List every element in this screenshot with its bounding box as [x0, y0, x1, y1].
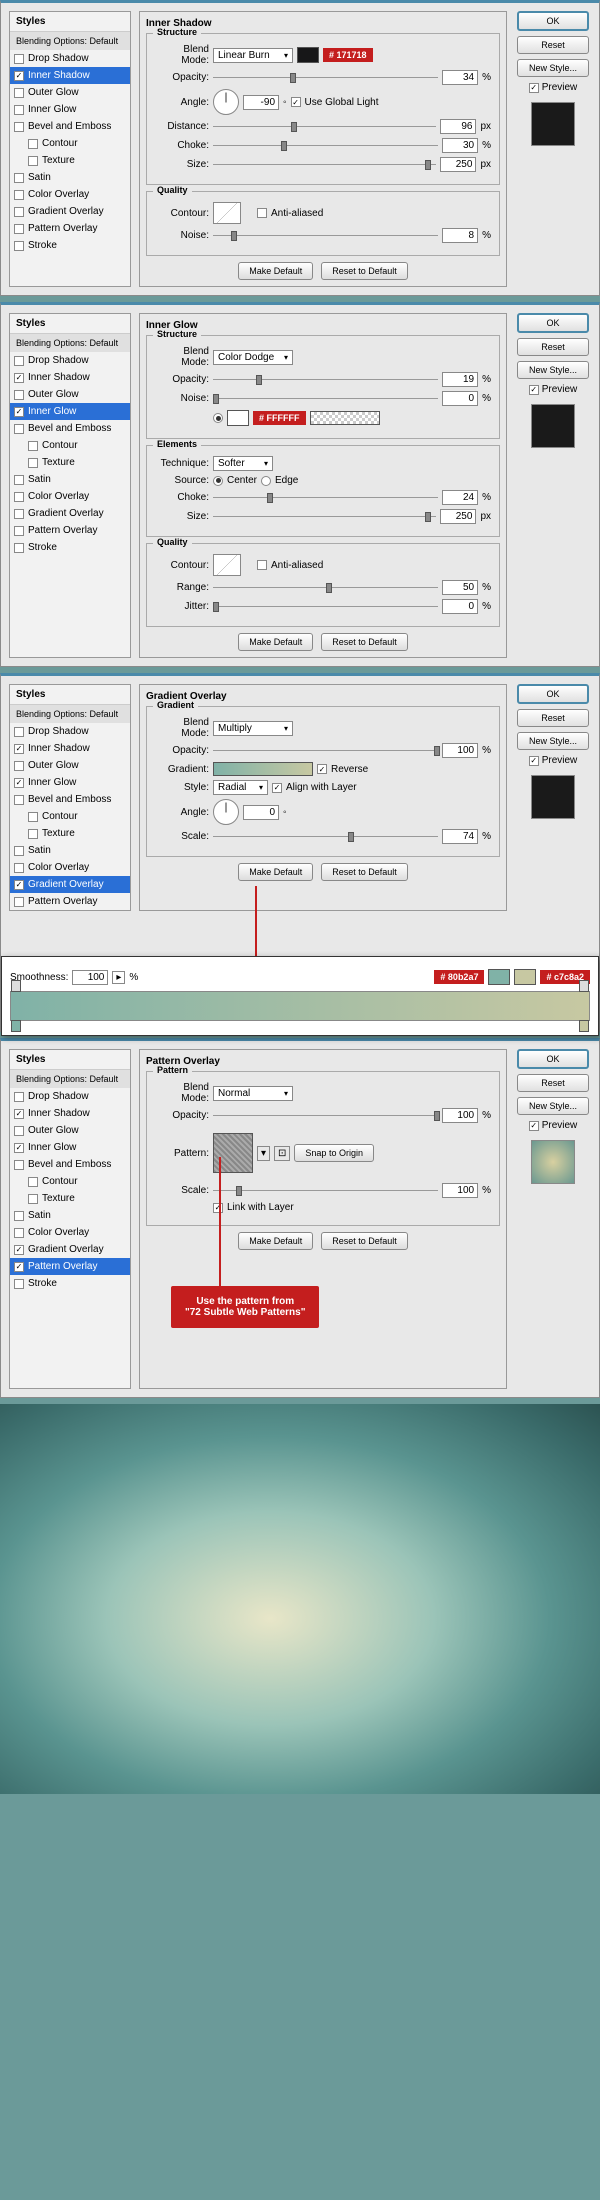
angle-value[interactable]: -90	[243, 95, 279, 110]
result-preview-image	[0, 1404, 600, 1794]
noise-slider[interactable]	[213, 229, 438, 243]
source-center-radio[interactable]	[213, 476, 223, 486]
antialias-checkbox[interactable]	[257, 208, 267, 218]
make-default-button[interactable]: Make Default	[238, 262, 313, 280]
style-pattern-overlay[interactable]: Pattern Overlay	[10, 1258, 130, 1275]
style-stroke[interactable]: Stroke	[10, 237, 130, 254]
gradient-style-select[interactable]: Radial	[213, 780, 268, 795]
quality-group: Quality Contour:Anti-aliased Noise:8%	[146, 191, 500, 256]
color-radio[interactable]	[213, 413, 223, 423]
layer-style-dialog-inner-glow: Styles Blending Options: Default Drop Sh…	[0, 302, 600, 667]
ok-button[interactable]: OK	[517, 11, 589, 31]
source-edge-radio[interactable]	[261, 476, 271, 486]
layer-style-dialog-inner-shadow: Styles Blending Options: Default Drop Sh…	[0, 0, 600, 296]
align-checkbox[interactable]	[272, 783, 282, 793]
color-swatch[interactable]	[297, 47, 319, 63]
glow-color[interactable]	[227, 410, 249, 426]
technique-select[interactable]: Softer	[213, 456, 273, 471]
new-preset-icon[interactable]: ⊡	[274, 1146, 290, 1161]
callout-line	[255, 886, 257, 966]
styles-title: Styles	[10, 12, 130, 32]
preview-swatch	[531, 102, 575, 146]
preview-checkbox[interactable]	[529, 83, 539, 93]
style-inner-glow[interactable]: Inner Glow	[10, 403, 130, 420]
structure-group: Structure Blend Mode:Linear Burn# 171718…	[146, 33, 500, 185]
right-buttons: OK Reset New Style... Preview	[515, 11, 591, 287]
new-style-button[interactable]: New Style...	[517, 59, 589, 77]
gradient-editor-strip[interactable]	[10, 991, 590, 1021]
pattern-callout: Use the pattern from"72 Subtle Web Patte…	[171, 1286, 319, 1328]
style-color-overlay[interactable]: Color Overlay	[10, 186, 130, 203]
style-satin[interactable]: Satin	[10, 169, 130, 186]
reset-button[interactable]: Reset	[517, 36, 589, 54]
style-texture[interactable]: Texture	[10, 152, 130, 169]
style-gradient-overlay[interactable]: Gradient Overlay	[10, 203, 130, 220]
callout-line	[219, 1157, 221, 1287]
gradient-picker[interactable]	[213, 762, 313, 776]
reset-default-button[interactable]: Reset to Default	[321, 262, 408, 280]
global-light-checkbox[interactable]	[291, 97, 301, 107]
layer-style-dialog-gradient-overlay: Styles Blending Options: Default Drop Sh…	[0, 673, 600, 1032]
choke-slider[interactable]	[213, 139, 438, 153]
distance-slider[interactable]	[213, 120, 436, 134]
reverse-checkbox[interactable]	[317, 764, 327, 774]
style-gradient-overlay[interactable]: Gradient Overlay	[10, 876, 130, 893]
color-tag: # 171718	[323, 48, 373, 62]
gradient-editor-overlay: Smoothness:100▸% # 80b2a7 # c7c8a2	[1, 956, 599, 1036]
size-slider[interactable]	[213, 158, 436, 172]
style-contour[interactable]: Contour	[10, 135, 130, 152]
style-bevel[interactable]: Bevel and Emboss	[10, 118, 130, 135]
blending-options[interactable]: Blending Options: Default	[10, 32, 130, 50]
blendmode-select[interactable]: Linear Burn	[213, 48, 293, 63]
settings-panel: Inner Shadow Structure Blend Mode:Linear…	[139, 11, 507, 287]
link-layer-checkbox[interactable]	[213, 1203, 223, 1213]
style-drop-shadow[interactable]: Drop Shadow	[10, 50, 130, 67]
dropdown-icon[interactable]: ▸	[112, 971, 125, 984]
snap-origin-button[interactable]: Snap to Origin	[294, 1144, 374, 1162]
opacity-value[interactable]: 34	[442, 70, 478, 85]
layer-style-dialog-pattern-overlay: Styles Blending Options: Default Drop Sh…	[0, 1038, 600, 1398]
style-outer-glow[interactable]: Outer Glow	[10, 84, 130, 101]
glow-gradient[interactable]	[310, 411, 380, 425]
opacity-slider[interactable]	[213, 71, 438, 85]
style-inner-shadow[interactable]: Inner Shadow	[10, 67, 130, 84]
contour-picker[interactable]	[213, 202, 241, 224]
style-pattern-overlay[interactable]: Pattern Overlay	[10, 220, 130, 237]
angle-dial[interactable]	[213, 89, 239, 115]
dropdown-icon[interactable]: ▾	[257, 1146, 270, 1161]
blendmode-select[interactable]: Color Dodge	[213, 350, 293, 365]
styles-list: Styles Blending Options: Default Drop Sh…	[9, 11, 131, 287]
style-inner-glow[interactable]: Inner Glow	[10, 101, 130, 118]
